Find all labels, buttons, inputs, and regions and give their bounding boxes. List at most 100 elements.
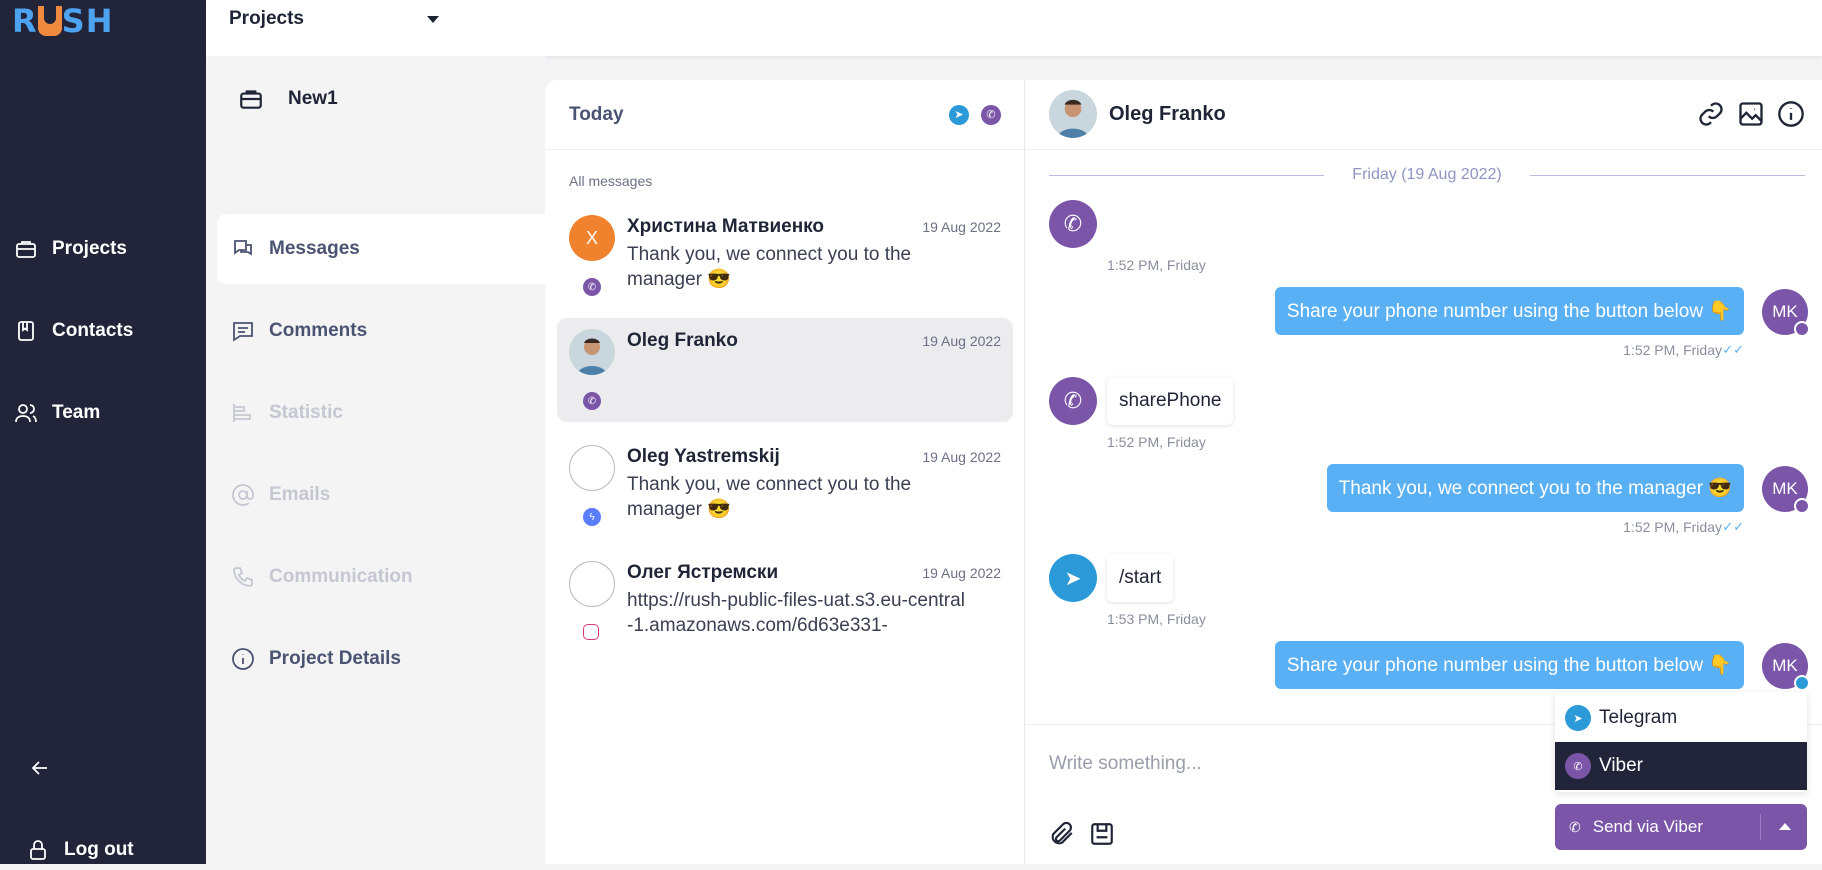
message-input[interactable]: Write something...: [1049, 753, 1202, 775]
caret-up-icon[interactable]: [1779, 823, 1791, 830]
conversation-date: 19 Aug 2022: [922, 449, 1001, 465]
bar-chart-icon: [233, 404, 251, 422]
viber-avatar-icon: ✆: [1049, 200, 1097, 248]
send-via-viber-button[interactable]: ✆ Send via Viber: [1555, 804, 1807, 850]
avatar: [1049, 90, 1097, 138]
avatar: X: [569, 215, 615, 261]
tab-statistic[interactable]: Statistic: [217, 378, 545, 448]
sidebar-item-projects[interactable]: Projects: [0, 229, 206, 269]
telegram-icon: ➤: [1565, 705, 1591, 731]
tab-communication[interactable]: Communication: [217, 542, 545, 612]
viber-icon: ✆: [1565, 753, 1591, 779]
double-check-icon: ✓✓: [1722, 342, 1744, 357]
incoming-message: /start: [1107, 554, 1174, 602]
chat-contact-name: Oleg Franko: [1109, 103, 1226, 125]
comment-icon: [233, 322, 253, 342]
chat-header: Oleg Franko: [1025, 80, 1822, 150]
viber-avatar-icon: ✆: [1049, 377, 1097, 425]
avatar: [569, 561, 615, 607]
conversation-preview: https://rush-public-files-uat.s3.eu-cent…: [627, 590, 965, 636]
outgoing-message: Thank you, we connect you to the manager…: [1326, 464, 1744, 512]
template-icon[interactable]: [1089, 821, 1115, 847]
divider: [1760, 814, 1761, 840]
project-name: New1: [238, 86, 338, 112]
viber-badge-icon: [1794, 321, 1810, 337]
instagram-icon: [583, 624, 599, 640]
viber-badge-icon: [1794, 498, 1810, 514]
viber-icon[interactable]: ✆: [981, 104, 1001, 125]
agent-avatar: MK: [1762, 643, 1810, 691]
sidebar-item-contacts[interactable]: Contacts: [0, 311, 206, 351]
avatar: [569, 329, 615, 375]
person-photo-icon: [569, 329, 615, 375]
telegram-icon[interactable]: ➤: [949, 104, 969, 125]
tab-comments[interactable]: Comments: [217, 296, 545, 366]
outgoing-message: Share your phone number using the button…: [1274, 641, 1744, 689]
double-check-icon: ✓✓: [1722, 519, 1744, 534]
agent-avatar: MK: [1762, 466, 1810, 514]
avatar: [569, 445, 615, 491]
rush-logo[interactable]: R SH: [12, 2, 113, 40]
option-viber[interactable]: ✆ Viber: [1555, 742, 1807, 790]
channel-dropdown: ➤ Telegram ✆ Viber: [1555, 692, 1807, 792]
arrow-left-icon: [31, 761, 47, 775]
project-subnav: New1 Messages Comments Statistic Emails …: [206, 56, 545, 864]
conversation-date: 19 Aug 2022: [922, 565, 1001, 581]
info-icon[interactable]: [1777, 100, 1805, 128]
chat-bubbles-icon: [234, 240, 252, 256]
conversation-preview: Thank you, we connect you to the manager…: [627, 474, 912, 520]
top-bar: Projects: [206, 0, 1822, 56]
viber-icon: ✆: [1569, 818, 1581, 835]
conversation-name: Oleg Franko: [627, 330, 738, 351]
agent-avatar: MK: [1762, 289, 1810, 337]
conversation-name: Олег Ястремски: [627, 562, 779, 583]
option-telegram[interactable]: ➤ Telegram: [1555, 694, 1807, 742]
link-icon[interactable]: [1697, 100, 1725, 128]
project-select[interactable]: Projects: [229, 8, 439, 30]
main-sidebar: R SH Projects Contacts Team Log out: [0, 0, 206, 864]
sidebar-item-team[interactable]: Team: [0, 393, 206, 433]
briefcase-icon: [16, 241, 36, 258]
conversation-item[interactable]: X Христина Матвиенко 19 Aug 2022 Thank y…: [557, 204, 1013, 308]
lock-icon: [30, 840, 46, 860]
phone-icon: [233, 567, 253, 587]
logo-u-shape: [37, 6, 62, 36]
viber-icon: ✆: [583, 392, 601, 410]
logout-button[interactable]: Log out: [0, 830, 206, 870]
channel-filters: ➤ ✆: [949, 104, 1001, 125]
conversation-item[interactable]: Oleg Yastremskij 19 Aug 2022 Thank you, …: [557, 434, 1013, 538]
briefcase-icon: [240, 90, 262, 109]
paperclip-icon[interactable]: [1049, 821, 1075, 847]
tab-project-details[interactable]: Project Details: [217, 624, 545, 694]
message-time: 1:52 PM, Friday: [1623, 519, 1722, 535]
tab-emails[interactable]: Emails: [217, 460, 545, 530]
outgoing-message: Share your phone number using the button…: [1274, 287, 1744, 335]
message-time: 1:52 PM, Friday: [1107, 257, 1206, 273]
telegram-badge-icon: [1794, 675, 1810, 691]
users-icon: [15, 404, 37, 423]
conversation-name: Христина Матвиенко: [627, 216, 825, 237]
message-time: 1:52 PM, Friday: [1623, 342, 1722, 358]
collapse-sidebar-button[interactable]: [0, 748, 206, 788]
messenger-icon: ϟ: [583, 508, 601, 526]
conversation-list-panel: Today ➤ ✆ All messages X Христина Матвие…: [545, 80, 1025, 864]
conversation-date: 19 Aug 2022: [922, 333, 1001, 349]
image-icon[interactable]: [1737, 100, 1765, 128]
conversation-item[interactable]: Oleg Franko 19 Aug 2022 ✆: [557, 318, 1013, 422]
date-separator: Friday (19 Aug 2022): [1049, 160, 1806, 190]
conversation-date: 19 Aug 2022: [922, 219, 1001, 235]
message-time: 1:53 PM, Friday: [1107, 611, 1206, 627]
list-title: Today: [569, 103, 624, 125]
book-icon: [18, 321, 34, 341]
tab-messages[interactable]: Messages: [217, 214, 545, 284]
list-header: Today ➤ ✆: [545, 80, 1025, 150]
conversation-name: Oleg Yastremskij: [627, 446, 780, 467]
section-label: All messages: [569, 173, 653, 189]
conversation-item[interactable]: Олег Ястремски 19 Aug 2022 https://rush-…: [557, 550, 1013, 654]
at-sign-icon: [232, 484, 254, 506]
caret-down-icon: [427, 15, 439, 23]
telegram-avatar-icon: ➤: [1049, 554, 1097, 602]
message-time: 1:52 PM, Friday: [1107, 434, 1206, 450]
conversation-preview: Thank you, we connect you to the manager…: [627, 244, 912, 290]
chat-panel: Oleg Franko Friday (19 Aug 2022) ✆ 1:52 …: [1025, 80, 1822, 864]
